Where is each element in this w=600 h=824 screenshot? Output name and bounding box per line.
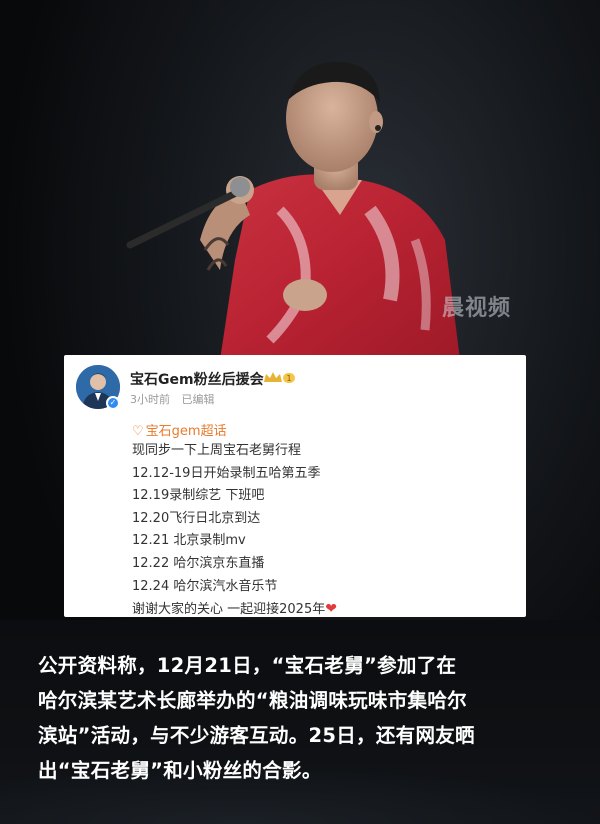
post-line-text: 谢谢大家的关心 一起迎接2025年 xyxy=(132,602,326,618)
post-line: 12.20飞行日北京到达 xyxy=(132,510,261,526)
crown-badge-icon: 1 xyxy=(264,372,295,383)
post-body: 现同步一下上周宝石老舅行程 12.12-19日开始录制五哈第五季 12.19录制… xyxy=(132,440,337,621)
super-topic-link[interactable]: ♡ 宝石gem超话 xyxy=(132,420,227,439)
account-name[interactable]: 宝石Gem粉丝后援会 xyxy=(130,369,264,389)
caption-line: 出“宝石老舅”和小粉丝的合影。 xyxy=(38,759,322,782)
caption-line: 哈尔滨某艺术长廊举办的“粮油调味玩味市集哈尔 xyxy=(38,689,467,712)
post-line: 现同步一下上周宝石老舅行程 xyxy=(132,443,302,458)
post-meta: 3小时前 已编辑 xyxy=(130,391,215,407)
post-line: 12.22 哈尔滨京东直播 xyxy=(132,555,265,571)
video-watermark: 晨视频 xyxy=(442,296,512,321)
post-line: 12.12-19日开始录制五哈第五季 xyxy=(132,465,321,481)
verified-badge: ✓ xyxy=(106,396,120,410)
video-frame: 晨视频 ✓ 宝石Gem粉丝后援会 1 3小时前 已编辑 ♡ 宝石gem超话 现同… xyxy=(0,0,600,824)
post-line: 12.19录制综艺 下班吧 xyxy=(132,488,265,504)
news-caption: 公开资料称，12月21日，“宝石老舅”参加了在 哈尔滨某艺术长廊举办的“粮油调味… xyxy=(38,648,568,788)
diamond-icon: ♡ xyxy=(132,424,144,439)
heart-icon: ❤ xyxy=(325,601,337,618)
caption-line: 公开资料称，12月21日，“宝石老舅”参加了在 xyxy=(38,654,457,677)
post-line-last: 谢谢大家的关心 一起迎接2025年❤ xyxy=(132,598,337,621)
caption-line: 滨站”活动，与不少游客互动。25日，还有网友晒 xyxy=(38,724,475,747)
svg-text:1: 1 xyxy=(286,374,291,383)
post-line: 12.24 哈尔滨汽水音乐节 xyxy=(132,578,278,594)
weibo-post-card: ✓ 宝石Gem粉丝后援会 1 3小时前 已编辑 ♡ 宝石gem超话 现同步一下上周… xyxy=(64,355,526,617)
verified-check-icon: ✓ xyxy=(108,398,118,408)
topic-label: 宝石gem超话 xyxy=(145,424,227,439)
edited-label: 已编辑 xyxy=(181,393,215,406)
post-line: 12.21 北京录制mv xyxy=(132,533,246,549)
post-time: 3小时前 xyxy=(130,393,170,406)
